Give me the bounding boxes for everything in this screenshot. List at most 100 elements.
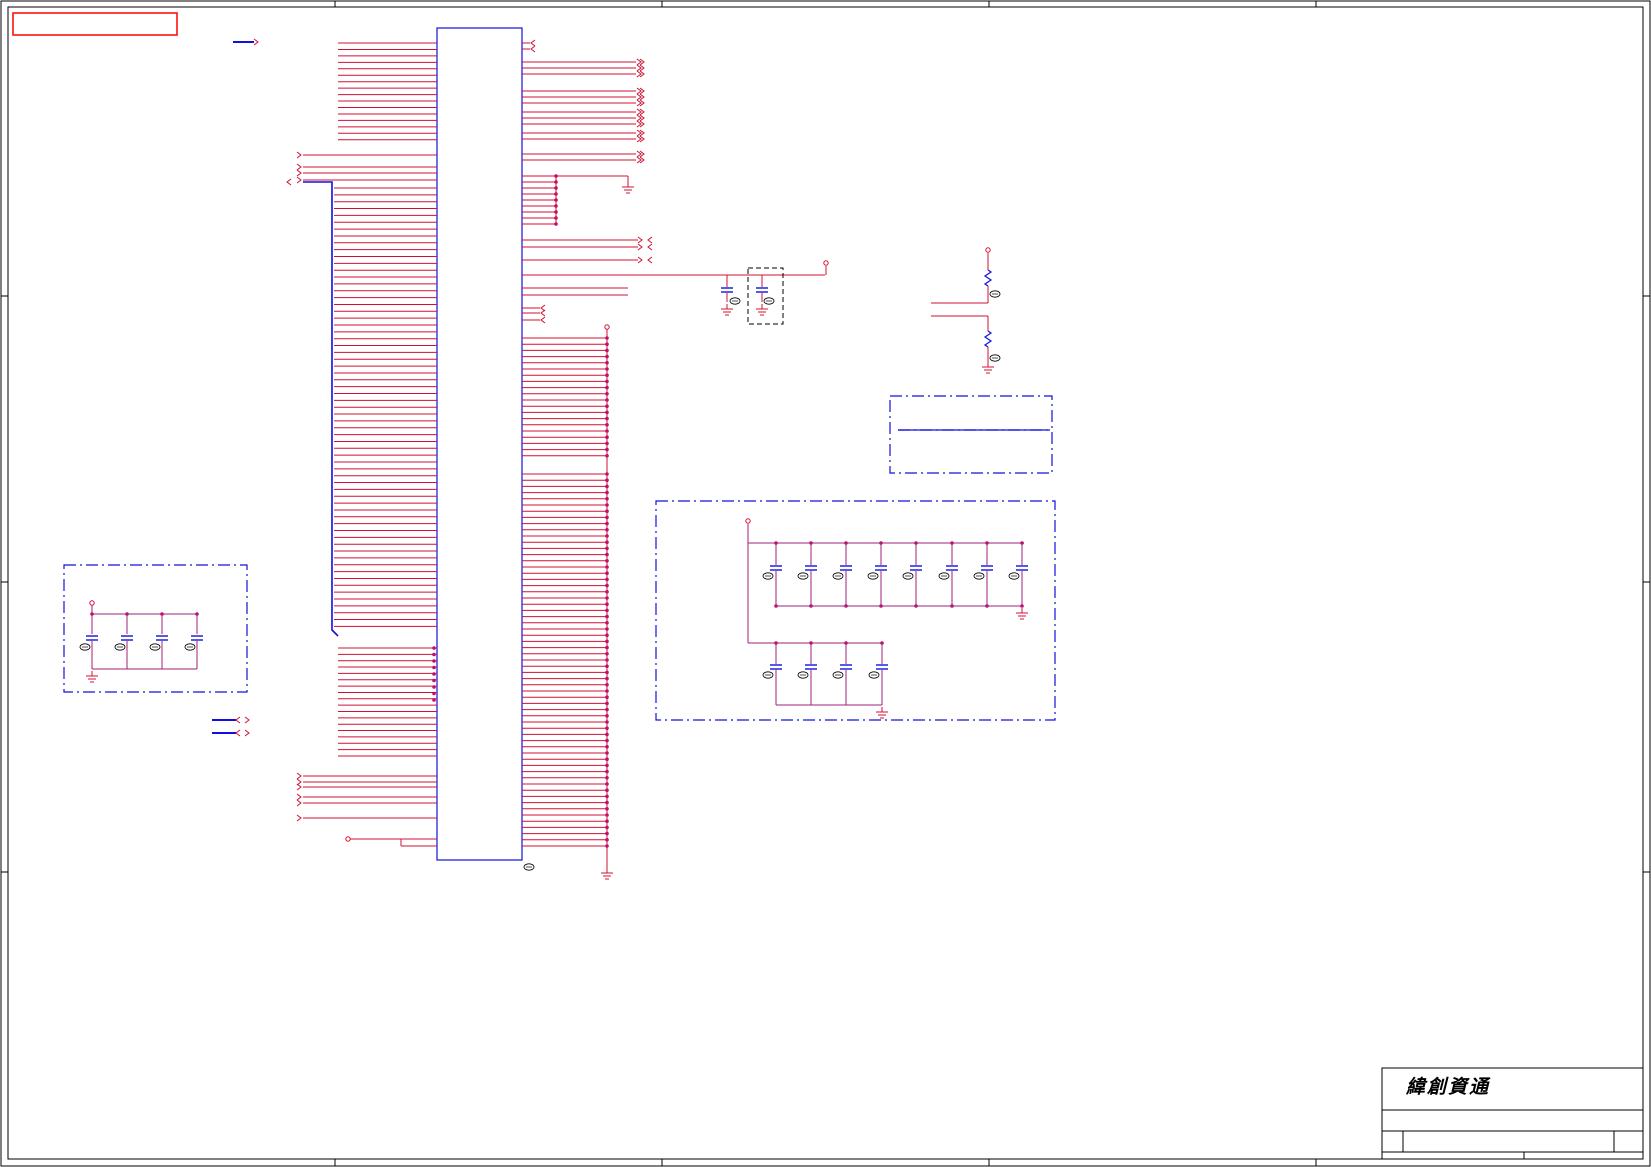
offpage-connector-icon [286, 178, 292, 186]
power-pin [985, 247, 991, 253]
junction-dot [605, 590, 609, 594]
junction-dot [605, 794, 609, 799]
junction-dot [605, 627, 609, 631]
junction-dot [605, 614, 609, 619]
junction-dot [605, 726, 609, 730]
junction-dot [605, 825, 609, 830]
junction-dot [605, 429, 609, 433]
junction-dot [605, 354, 609, 359]
junction-dot [605, 658, 609, 662]
junction-dot [605, 515, 609, 520]
junction-dot [432, 691, 436, 696]
junction-dot [605, 571, 609, 575]
offpage-connector-icon [296, 772, 302, 780]
offpage-connector-icon [540, 309, 546, 317]
power-pin [745, 518, 751, 524]
junction-dot [605, 751, 609, 755]
junction-dot [432, 646, 436, 650]
junction-dot [605, 361, 609, 365]
junction-dot [605, 676, 609, 681]
sheet-title-flag [12, 12, 178, 36]
company-logo: 緯創資通 [1405, 1076, 1491, 1098]
junction-dot [605, 838, 609, 842]
offpage-connector-icon [530, 45, 536, 53]
junction-dot [605, 714, 609, 718]
bus-trunk [303, 181, 339, 637]
junction-dot [605, 720, 609, 724]
not-stuffed-box [747, 267, 784, 325]
schematic-sheet: 緯創資通 [0, 0, 1651, 1167]
junction-dot [605, 583, 609, 588]
power-pin [89, 600, 95, 606]
offpage-connector-icon [540, 316, 546, 324]
junction-dot [605, 441, 609, 446]
junction-dot [605, 521, 609, 526]
junction-dot [605, 639, 609, 644]
offpage-connector-icon [637, 256, 643, 264]
power-pin [823, 260, 829, 266]
junction-dot [605, 844, 609, 848]
schematic-content [63, 27, 1056, 880]
junction-dot [605, 664, 609, 668]
junction-dot [605, 447, 609, 452]
junction-dot [605, 404, 609, 409]
decoupling-cap-group [655, 500, 1056, 721]
offpage-connector-icon [244, 729, 250, 737]
junction-dot [605, 348, 609, 353]
junction-dot [605, 540, 609, 544]
junction-dot [605, 776, 609, 780]
junction-dot [605, 423, 609, 427]
offpage-connector-icon [296, 783, 302, 791]
junction-dot [605, 738, 609, 743]
offpage-connector-icon [296, 799, 302, 807]
connector-body [436, 27, 523, 861]
power-pin [345, 836, 351, 842]
junction-dot [605, 503, 609, 507]
junction-dot [432, 659, 436, 663]
junction-dot [605, 373, 609, 378]
junction-dot [605, 509, 609, 513]
junction-dot [605, 763, 609, 768]
junction-dot [605, 478, 609, 483]
junction-dot [605, 707, 609, 712]
offpage-connector-icon [637, 243, 643, 251]
left-cap-group [63, 564, 248, 693]
junction-dot [605, 788, 609, 792]
junction-dot [605, 342, 609, 347]
junction-dot [605, 472, 609, 476]
note-box [889, 395, 1053, 474]
offpage-connector-icon [647, 243, 653, 251]
junction-dot [605, 552, 609, 557]
junction-dot [605, 410, 609, 415]
junction-dot [432, 665, 436, 670]
offpage-connector-icon [235, 716, 241, 724]
junction-dot [605, 497, 609, 501]
junction-dot [432, 685, 436, 689]
junction-dot [605, 565, 609, 569]
junction-dot [432, 698, 436, 702]
offpage-connector-icon [296, 169, 302, 177]
junction-dot [605, 645, 609, 650]
junction-dot [605, 745, 609, 749]
offpage-connector-icon [296, 176, 302, 184]
offpage-connector-icon [235, 729, 241, 737]
junction-dot [605, 435, 609, 440]
offpage-connector-icon [253, 38, 259, 46]
junction-dot [605, 819, 609, 823]
junction-dot [605, 800, 609, 805]
offpage-connector-icon [244, 716, 250, 724]
junction-dot [605, 769, 609, 774]
junction-dot [605, 546, 609, 551]
offpage-connector-icon [637, 236, 643, 244]
sheet-frame [0, 0, 1651, 1167]
junction-dot [605, 732, 609, 737]
junction-dot [605, 602, 609, 606]
junction-dot [605, 596, 609, 600]
junction-dot [432, 672, 436, 676]
junction-dot [605, 385, 609, 390]
junction-dot [605, 454, 609, 458]
junction-dot [605, 608, 609, 613]
offpage-connector-icon [296, 793, 302, 801]
junction-dot [432, 678, 436, 683]
junction-dot [605, 534, 609, 538]
